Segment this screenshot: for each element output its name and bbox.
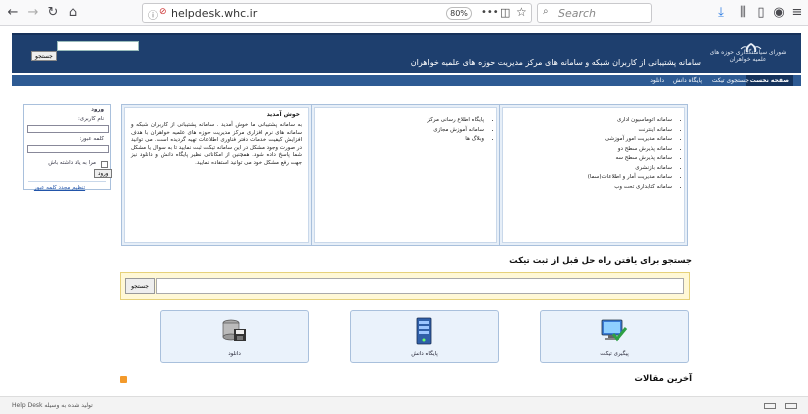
insecure-lock-icon: ⊘	[159, 7, 167, 17]
service-link[interactable]: سامانه مدیریت امور آموزشی	[588, 135, 672, 145]
search-bar[interactable]: ⌕ Search	[537, 3, 652, 23]
nav-download[interactable]: دانلود	[646, 75, 668, 86]
service-link[interactable]: سامانه اتوماسیون اداری	[588, 116, 672, 126]
login-heading: ورود	[91, 107, 104, 113]
elearning-link[interactable]: سامانه آموزش مجازی	[427, 126, 484, 136]
site-banner: شورای سیاستگذاری حوزه های علمیه خواهران …	[12, 33, 801, 73]
tile-label: پیگیری تیکت	[600, 351, 629, 357]
latest-articles-heading: آخرین مقالات	[634, 374, 692, 384]
service-link[interactable]: سامانه بازنشری	[588, 164, 672, 174]
server-icon	[409, 316, 439, 346]
page-footer: Help Desk توليد شده به وسيله	[0, 396, 808, 414]
home-icon[interactable]: ⌂	[64, 4, 82, 22]
monitor-check-icon	[599, 316, 629, 346]
account-icon[interactable]: ◉	[770, 4, 788, 22]
forward-icon[interactable]: →	[24, 4, 42, 22]
pocket-icon[interactable]: ◫	[500, 6, 510, 19]
ticket-search-button[interactable]: جستجو	[125, 278, 155, 294]
services-list: سامانه اتوماسیون اداری سامانه اینترنت سا…	[588, 116, 680, 192]
links-list: پایگاه اطلاع رسانی مرکز سامانه آموزش مجا…	[427, 116, 492, 145]
password-field[interactable]	[27, 145, 109, 153]
back-icon[interactable]: ←	[4, 4, 22, 22]
main-nav: صفحه نخست جستجوی تیکت پایگاه دانش دانلود	[12, 75, 801, 86]
login-box: ورود نام کاربری: کلمه عبور: مرا به یاد د…	[23, 104, 113, 191]
header-search-input[interactable]	[57, 41, 139, 51]
organization-name: شورای سیاستگذاری حوزه های علمیه خواهران	[709, 49, 787, 63]
blogs-link[interactable]: وبلاگ ها	[427, 135, 484, 145]
site-title: سامانه پشتیبانی از کاربران شبکه و سامانه…	[410, 58, 701, 67]
menu-icon[interactable]: ≡	[788, 4, 806, 22]
username-field[interactable]	[27, 125, 109, 133]
tile-knowledge-base[interactable]: پایگاه دانش	[350, 310, 499, 363]
login-button[interactable]: ورود	[94, 169, 113, 178]
remember-checkbox[interactable]	[101, 161, 108, 168]
header-search-button[interactable]: جستجو	[31, 51, 57, 61]
ticket-search-heading: جستجو برای یافتن راه حل قبل از ثبت تیکت	[509, 256, 692, 266]
username-label: نام کاربری:	[77, 116, 104, 122]
tile-track-ticket[interactable]: پیگیری تیکت	[540, 310, 689, 363]
service-link[interactable]: سامانه پذیرش سطح دو	[588, 145, 672, 155]
url-bar[interactable]: ⓘ ⊘ helpdesk.whc.ir 80% ••• ◫ ☆	[142, 3, 532, 23]
remember-label: مرا به یاد داشته باش	[48, 160, 96, 166]
info-icon[interactable]: ⓘ	[148, 7, 158, 22]
welcome-title: خوش آمدید	[266, 111, 300, 118]
services-panel: سامانه اتوماسیون اداری سامانه اینترنت سا…	[499, 104, 688, 246]
reload-icon[interactable]: ↻	[44, 4, 62, 22]
tile-download[interactable]: دانلود	[160, 310, 309, 363]
browser-toolbar: ← → ↻ ⌂ ⓘ ⊘ helpdesk.whc.ir 80% ••• ◫ ☆ …	[0, 0, 808, 26]
library-icon[interactable]: ⫼	[734, 4, 752, 22]
forgot-password-link[interactable]: تنظیم مجدد کلمه عبور	[34, 185, 85, 191]
search-icon: ⌕	[543, 6, 549, 17]
floppy-disk-icon	[219, 316, 249, 346]
search-placeholder: Search	[558, 7, 597, 20]
page-actions-icon[interactable]: •••	[481, 7, 499, 18]
sidebar-icon[interactable]: ▯	[752, 4, 770, 22]
keyboard-icon	[764, 403, 776, 409]
url-text: helpdesk.whc.ir	[171, 7, 258, 20]
divider	[28, 181, 106, 182]
service-link[interactable]: سامانه پذیرش سطح سه	[588, 154, 672, 164]
portal-link[interactable]: پایگاه اطلاع رسانی مرکز	[427, 116, 484, 126]
nav-knowledge-base[interactable]: پایگاه دانش	[669, 75, 706, 86]
tile-label: پایگاه دانش	[411, 351, 438, 357]
service-link[interactable]: سامانه کتابداری تحت وب	[588, 183, 672, 193]
language-icon	[785, 403, 797, 409]
service-link[interactable]: سامانه مدیریت آمار و اطلاعات(سما)	[588, 173, 672, 183]
download-icon[interactable]: ⤓	[712, 4, 730, 22]
links-panel: پایگاه اطلاع رسانی مرکز سامانه آموزش مجا…	[311, 104, 500, 246]
service-link[interactable]: سامانه اینترنت	[588, 126, 672, 136]
bookmark-star-icon[interactable]: ☆	[516, 5, 527, 19]
password-label: کلمه عبور:	[79, 136, 104, 142]
ticket-search-input[interactable]	[156, 278, 684, 294]
welcome-panel: خوش آمدید به سامانه پشتیبانی ما خوش آمدی…	[121, 104, 312, 246]
footer-text: Help Desk توليد شده به وسيله	[12, 402, 93, 409]
rss-icon[interactable]	[120, 376, 127, 383]
ticket-search-box: جستجو	[120, 272, 690, 300]
welcome-text: به سامانه پشتیبانی ما خوش آمدید . سامانه…	[131, 122, 302, 166]
nav-ticket-search[interactable]: جستجوی تیکت	[708, 75, 753, 86]
tile-label: دانلود	[228, 351, 241, 357]
zoom-level[interactable]: 80%	[446, 7, 472, 20]
